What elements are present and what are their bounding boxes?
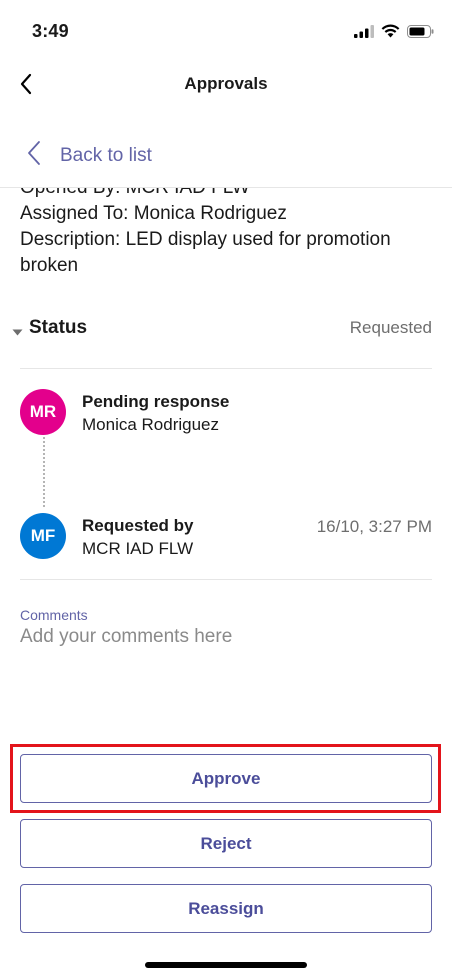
home-indicator <box>145 962 307 968</box>
requester-name: MCR IAD FLW <box>82 539 194 558</box>
avatar: MR <box>20 389 66 435</box>
comments-label: Comments <box>20 607 88 623</box>
divider <box>20 368 432 369</box>
status-badge: Requested <box>349 318 432 337</box>
approval-details[interactable]: Opened By: MCR IAD FLW Assigned To: Moni… <box>0 188 452 708</box>
page-title: Approvals <box>184 74 268 93</box>
approver-role: Pending response <box>82 392 230 411</box>
status-bar: 3:49 <box>0 0 452 64</box>
back-to-list-label: Back to list <box>60 144 152 166</box>
comments-input[interactable] <box>20 626 432 706</box>
cellular-signal-icon <box>354 24 374 38</box>
approve-button[interactable]: Approve <box>20 754 432 803</box>
divider <box>20 579 432 580</box>
status-title: Status <box>29 317 88 338</box>
back-to-list-bar: Back to list <box>0 128 452 188</box>
requester-row: MF Requested by MCR IAD FLW 16/10, 3:27 … <box>20 513 432 563</box>
approver-name: Monica Rodriguez <box>82 415 220 434</box>
back-to-list-link[interactable]: Back to list <box>26 140 152 171</box>
avatar-initials: MR <box>29 402 57 421</box>
caret-down-icon <box>12 323 23 341</box>
chevron-left-icon <box>26 140 42 171</box>
status-section-header[interactable]: Status Requested <box>0 314 452 344</box>
timeline-connector <box>43 437 45 507</box>
battery-icon <box>407 24 434 38</box>
reject-button[interactable]: Reject <box>20 819 432 868</box>
status-time: 3:49 <box>32 21 69 41</box>
avatar-initials: MF <box>30 526 56 545</box>
reassign-button[interactable]: Reassign <box>20 884 432 933</box>
request-timestamp: 16/10, 3:27 PM <box>316 517 432 536</box>
avatar: MF <box>20 513 66 559</box>
assigned-to-line: Assigned To: Monica Rodriguez <box>20 203 287 224</box>
requester-role: Requested by <box>82 516 194 535</box>
app-header: Approvals <box>0 64 452 108</box>
opened-by-line: Opened By: MCR IAD FLW <box>20 188 250 201</box>
system-icons <box>354 24 434 38</box>
description-line: Description: LED display used for promot… <box>20 229 391 250</box>
wifi-icon <box>381 24 400 38</box>
description-line-continued: broken <box>20 255 79 276</box>
approver-row: MR Pending response Monica Rodriguez <box>20 389 432 439</box>
